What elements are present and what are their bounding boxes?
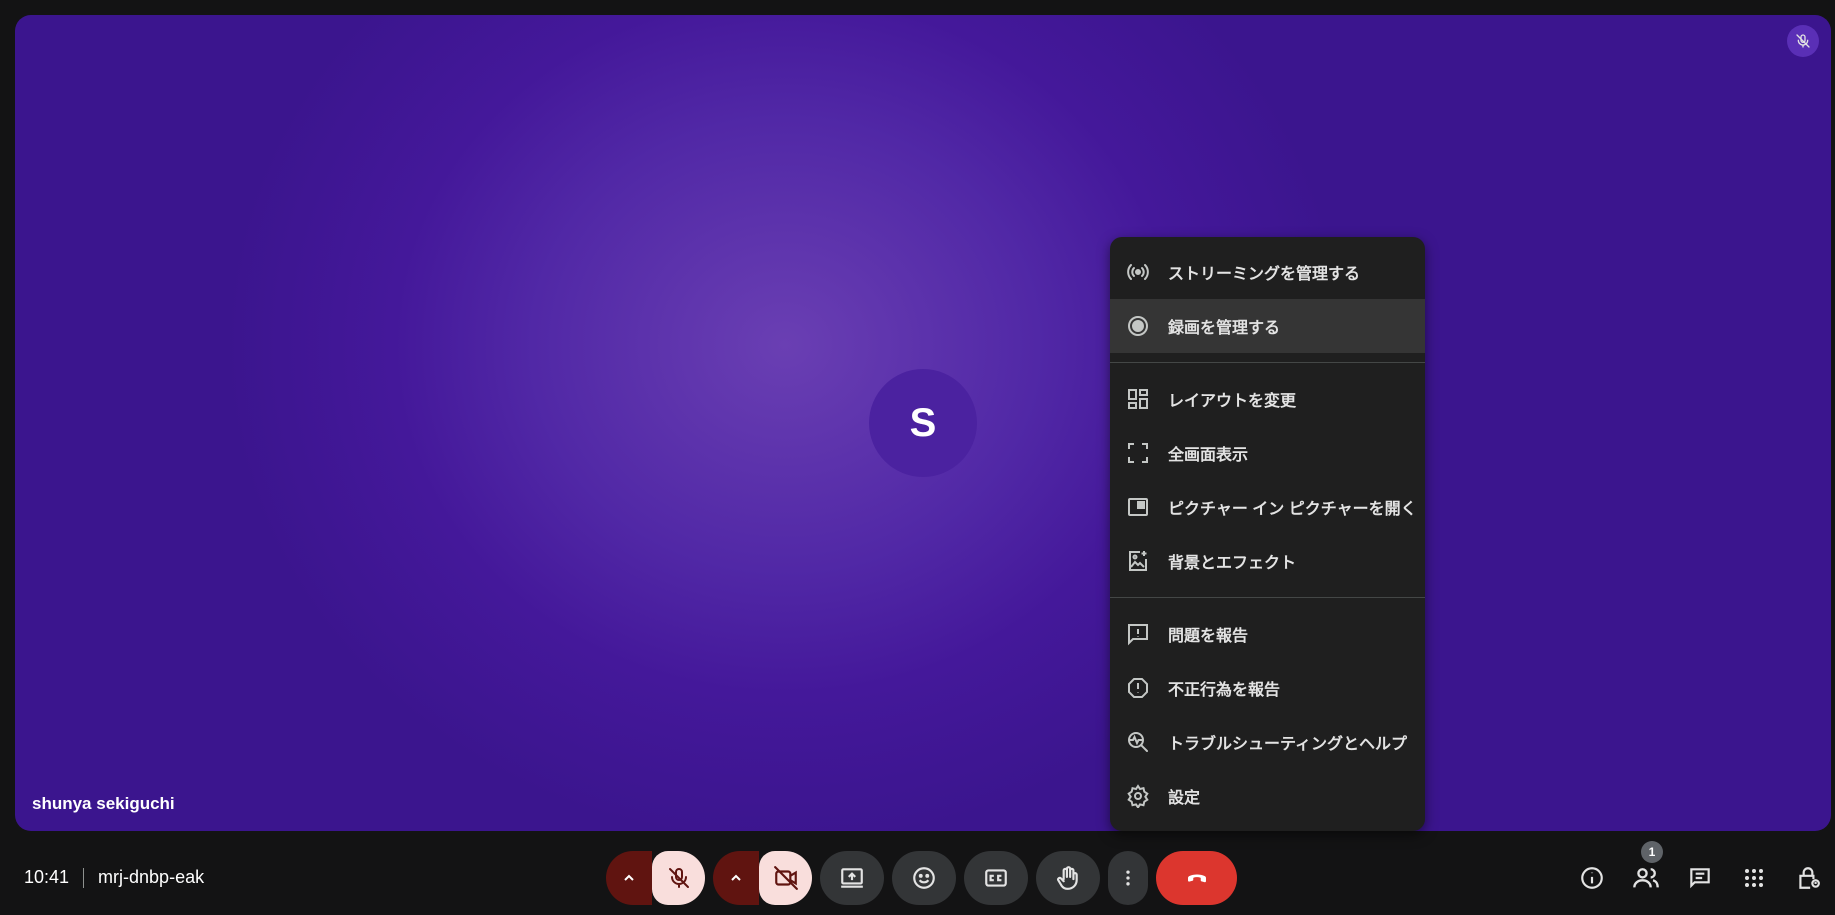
present-screen-button[interactable]	[820, 851, 884, 905]
apps-grid-icon	[1745, 869, 1763, 887]
meeting-info: 10:41 mrj-dnbp-eak	[24, 867, 204, 888]
participant-name: shunya sekiguchi	[32, 794, 175, 813]
present-screen-icon	[841, 868, 863, 888]
menu-item-label: 不正行為を報告	[1168, 682, 1281, 699]
mic-off-icon	[668, 868, 689, 888]
activities-button[interactable]	[1727, 851, 1781, 905]
menu-item-label: 録画を管理する	[1168, 320, 1281, 337]
report-abuse-icon	[1124, 674, 1152, 702]
menu-item-fullscreen[interactable]: 全画面表示	[1110, 426, 1425, 480]
mic-toggle-button[interactable]	[652, 851, 705, 905]
menu-item-label: 背景とエフェクト	[1168, 555, 1297, 572]
menu-item-label: レイアウトを変更	[1168, 393, 1297, 410]
clock: 10:41	[24, 867, 70, 887]
fullscreen-icon	[1124, 439, 1152, 467]
settings-icon	[1124, 782, 1152, 810]
background-effects-icon	[1124, 547, 1152, 575]
menu-item-label: ピクチャー イン ピクチャーを開く	[1168, 501, 1417, 518]
picture-in-picture-icon	[1124, 493, 1152, 521]
bottom-bar: 10:41 mrj-dnbp-eak 1	[0, 831, 1835, 915]
tile-mic-off-icon	[1787, 25, 1819, 57]
menu-item-background-effects[interactable]: 背景とエフェクト	[1110, 534, 1425, 588]
menu-item-picture-in-picture[interactable]: ピクチャー イン ピクチャーを開く	[1110, 480, 1425, 534]
camera-control	[713, 851, 812, 905]
emoji-icon	[913, 867, 935, 889]
menu-item-report-abuse[interactable]: 不正行為を報告	[1110, 661, 1425, 715]
info-icon	[1581, 867, 1603, 889]
menu-item-troubleshoot[interactable]: トラブルシューティングとヘルプ	[1110, 715, 1425, 769]
meeting-code: mrj-dnbp-eak	[98, 867, 205, 887]
participant-count-badge: 1	[1641, 841, 1663, 863]
menu-item-label: 問題を報告	[1168, 628, 1249, 645]
audio-options-button[interactable]	[606, 851, 652, 905]
menu-item-record[interactable]: 録画を管理する	[1110, 299, 1425, 353]
camera-off-icon	[773, 866, 798, 890]
captions-button[interactable]	[964, 851, 1028, 905]
side-panel-controls: 1	[1565, 841, 1835, 905]
lock-person-icon	[1799, 867, 1820, 889]
more-options-menu: ストリーミングを管理する 録画を管理する レイアウトを変更 全画面表示ピクチャー イン…	[1110, 237, 1425, 831]
divider	[83, 867, 85, 888]
menu-divider	[1110, 362, 1425, 363]
menu-item-label: 全画面表示	[1168, 447, 1249, 464]
people-button[interactable]: 1	[1619, 841, 1673, 905]
captions-icon	[985, 869, 1007, 887]
camera-toggle-button[interactable]	[759, 851, 812, 905]
layout-icon	[1124, 385, 1152, 413]
chat-icon	[1690, 868, 1710, 889]
video-stage: S shunya sekiguchi	[15, 15, 1831, 831]
people-icon	[1633, 868, 1659, 888]
broadcast-icon	[1124, 258, 1152, 286]
chevron-up-icon	[624, 874, 634, 881]
raise-hand-button[interactable]	[1036, 851, 1100, 905]
menu-item-label: トラブルシューティングとヘルプ	[1168, 736, 1408, 753]
more-vert-icon	[1126, 870, 1130, 886]
host-controls-button[interactable]	[1781, 851, 1835, 905]
menu-item-label: 設定	[1168, 790, 1201, 807]
more-options-button[interactable]	[1108, 851, 1148, 905]
report-problem-icon	[1124, 620, 1152, 648]
menu-item-broadcast[interactable]: ストリーミングを管理する	[1110, 245, 1425, 299]
participant-avatar: S	[869, 369, 977, 477]
chat-button[interactable]	[1673, 851, 1727, 905]
hand-icon	[1057, 866, 1078, 890]
record-icon	[1124, 312, 1152, 340]
menu-divider	[1110, 597, 1425, 598]
video-options-button[interactable]	[713, 851, 759, 905]
leave-call-button[interactable]	[1156, 851, 1237, 905]
troubleshoot-icon	[1124, 728, 1152, 756]
call-controls	[606, 851, 1245, 905]
meeting-details-button[interactable]	[1565, 851, 1619, 905]
mic-control	[606, 851, 705, 905]
reactions-button[interactable]	[892, 851, 956, 905]
menu-item-report-problem[interactable]: 問題を報告	[1110, 607, 1425, 661]
menu-item-label: ストリーミングを管理する	[1168, 266, 1361, 283]
menu-item-layout[interactable]: レイアウトを変更	[1110, 372, 1425, 426]
menu-item-settings[interactable]: 設定	[1110, 769, 1425, 823]
chevron-up-icon	[731, 874, 741, 881]
call-end-icon	[1187, 874, 1206, 883]
